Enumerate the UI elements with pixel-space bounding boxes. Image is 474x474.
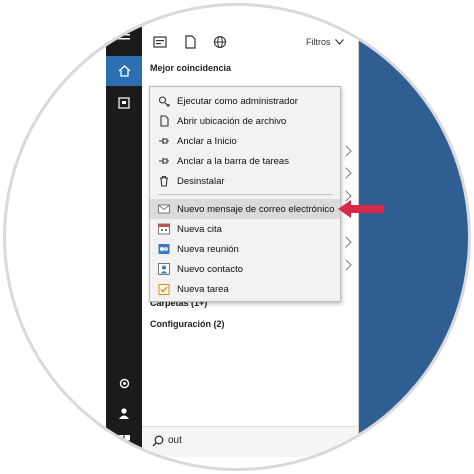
screenshot-frame: Filtros Mejor coincidencia Carpetas (1+)… bbox=[6, 6, 468, 468]
windows-logo-icon bbox=[118, 435, 130, 447]
menu-item-pin-to-start[interactable]: Anclar a Inicio bbox=[150, 131, 340, 151]
configuracion-heading[interactable]: Configuración (2) bbox=[150, 319, 225, 329]
settings-button[interactable] bbox=[106, 368, 142, 398]
menu-item-label: Nuevo mensaje de correo electrónico bbox=[177, 203, 335, 215]
gear-icon bbox=[119, 378, 129, 388]
hamburger-icon bbox=[118, 30, 130, 40]
menu-item-pin-to-taskbar[interactable]: Anclar a la barra de tareas bbox=[150, 151, 340, 171]
search-icon bbox=[152, 435, 164, 447]
home-icon bbox=[118, 65, 130, 77]
search-input[interactable]: out bbox=[168, 435, 182, 446]
documents-button[interactable] bbox=[106, 88, 142, 118]
meeting-icon bbox=[158, 243, 170, 255]
menu-item-label: Nueva cita bbox=[177, 223, 222, 235]
menu-item-label: Anclar a Inicio bbox=[177, 135, 237, 147]
web-filter-icon[interactable] bbox=[212, 34, 228, 50]
menu-item-label: Anclar a la barra de tareas bbox=[177, 155, 289, 167]
task-icon bbox=[158, 283, 170, 295]
calendar-icon bbox=[158, 223, 170, 235]
file-icon bbox=[158, 115, 170, 127]
menu-item-label: Abrir ubicación de archivo bbox=[177, 115, 287, 127]
menu-item-label: Desinstalar bbox=[177, 175, 225, 187]
hamburger-menu-button[interactable] bbox=[106, 24, 142, 46]
menu-item-run-as-admin[interactable]: Ejecutar como administrador bbox=[150, 91, 340, 111]
trash-icon bbox=[158, 175, 170, 187]
pin-icon bbox=[158, 135, 170, 147]
desktop-background bbox=[358, 6, 468, 468]
menu-item-open-file-location[interactable]: Abrir ubicación de archivo bbox=[150, 111, 340, 131]
menu-item-new-contact[interactable]: Nuevo contacto bbox=[150, 259, 340, 279]
menu-item-new-email[interactable]: Nuevo mensaje de correo electrónico bbox=[150, 199, 340, 219]
context-menu: Ejecutar como administrador Abrir ubicac… bbox=[149, 86, 341, 302]
menu-item-label: Nueva reunión bbox=[177, 243, 239, 255]
menu-item-label: Nueva tarea bbox=[177, 283, 229, 295]
document-icon bbox=[118, 97, 130, 109]
apps-filter-icon[interactable] bbox=[152, 34, 168, 50]
home-button[interactable] bbox=[106, 56, 142, 86]
start-sidebar bbox=[106, 6, 142, 468]
menu-item-new-meeting[interactable]: Nueva reunión bbox=[150, 239, 340, 259]
user-button[interactable] bbox=[106, 398, 142, 428]
annotation-arrow-icon bbox=[338, 200, 384, 218]
pin-icon bbox=[158, 155, 170, 167]
menu-item-label: Ejecutar como administrador bbox=[177, 95, 298, 107]
menu-item-new-appointment[interactable]: Nueva cita bbox=[150, 219, 340, 239]
user-icon bbox=[119, 408, 129, 419]
menu-item-label: Nuevo contacto bbox=[177, 263, 244, 275]
menu-separator bbox=[158, 194, 332, 195]
chevron-down-icon bbox=[334, 39, 344, 45]
documents-filter-icon[interactable] bbox=[182, 34, 198, 50]
contact-icon bbox=[158, 263, 170, 275]
envelope-icon bbox=[158, 203, 170, 215]
windows-start-button[interactable] bbox=[106, 426, 142, 456]
menu-item-new-task[interactable]: Nueva tarea bbox=[150, 279, 340, 299]
best-match-heading: Mejor coincidencia bbox=[150, 63, 232, 73]
filters-label: Filtros bbox=[306, 37, 331, 47]
filters-dropdown[interactable]: Filtros bbox=[306, 37, 344, 47]
menu-item-uninstall[interactable]: Desinstalar bbox=[150, 171, 340, 191]
run-as-admin-icon bbox=[158, 95, 170, 107]
